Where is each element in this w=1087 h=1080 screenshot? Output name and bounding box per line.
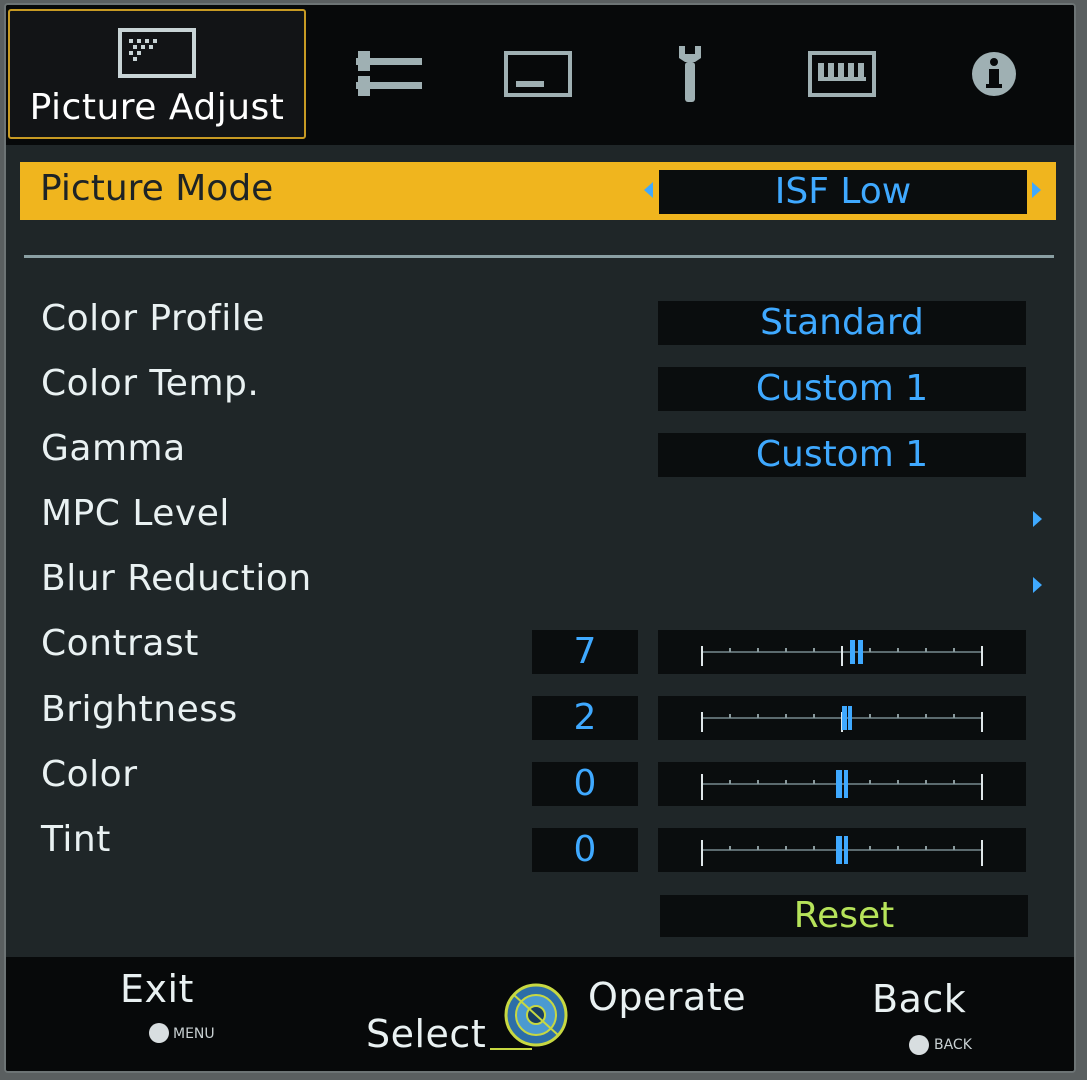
picture-icon [118, 28, 196, 78]
tint-value: 0 [532, 828, 638, 872]
back-button-icon [909, 1035, 929, 1055]
back-label[interactable]: Back [872, 977, 966, 1021]
color-temp-value[interactable]: Custom 1 [658, 367, 1026, 411]
blur-reduction-label[interactable]: Blur Reduction [41, 558, 312, 599]
tab-label: Picture Adjust [29, 87, 285, 128]
tint-label: Tint [41, 819, 111, 860]
brightness-value: 2 [532, 696, 638, 740]
picture-mode-row[interactable]: Picture Mode ISF Low [20, 162, 1056, 220]
gamma-value[interactable]: Custom 1 [658, 433, 1026, 477]
contrast-value: 7 [532, 630, 638, 674]
tab-display[interactable] [490, 9, 585, 139]
keyboard-icon [807, 51, 876, 97]
tab-keyboard[interactable] [794, 9, 889, 139]
info-icon [971, 52, 1016, 96]
exit-label[interactable]: Exit [120, 967, 194, 1011]
mpc-level-label[interactable]: MPC Level [41, 493, 230, 534]
divider [24, 255, 1054, 258]
dpad-icon [490, 983, 568, 1050]
color-label: Color [41, 754, 138, 795]
mpc-level-arrow[interactable] [1033, 511, 1042, 527]
color-temp-label: Color Temp. [41, 363, 260, 404]
picture-mode-prev-arrow[interactable] [644, 182, 653, 198]
color-slider[interactable] [658, 762, 1026, 806]
gamma-label: Gamma [41, 428, 186, 469]
back-key-label: BACK [934, 1037, 972, 1053]
tab-settings[interactable] [341, 9, 436, 139]
menu-window: Picture Adjust Picture Mode ISF Low Colo… [4, 3, 1076, 1073]
picture-mode-label: Picture Mode [40, 168, 274, 209]
color-profile-label: Color Profile [41, 298, 265, 339]
tint-slider[interactable] [658, 828, 1026, 872]
settings-panel: Picture Mode ISF Low Color Profile Stand… [6, 145, 1074, 957]
tab-wrench[interactable] [642, 9, 737, 139]
brightness-label: Brightness [41, 689, 238, 730]
footer-bar: Exit MENU Select Operate Back BACK [6, 957, 1074, 1071]
color-profile-value[interactable]: Standard [658, 301, 1026, 345]
settings-sliders-icon [355, 51, 422, 96]
menu-button-icon [149, 1023, 169, 1043]
blur-reduction-arrow[interactable] [1033, 577, 1042, 593]
tab-bar: Picture Adjust [6, 5, 1074, 145]
reset-button[interactable]: Reset [660, 895, 1028, 937]
operate-label: Operate [588, 975, 747, 1019]
contrast-label: Contrast [41, 623, 199, 664]
color-value: 0 [532, 762, 638, 806]
brightness-slider[interactable] [658, 696, 1026, 740]
picture-mode-next-arrow[interactable] [1032, 182, 1041, 198]
display-icon [503, 51, 572, 97]
contrast-slider[interactable] [658, 630, 1026, 674]
select-label: Select [366, 1012, 487, 1056]
tab-picture-adjust[interactable]: Picture Adjust [8, 9, 306, 139]
wrench-icon [678, 46, 701, 102]
picture-mode-value: ISF Low [659, 170, 1027, 214]
menu-key-label: MENU [173, 1026, 215, 1042]
tab-info[interactable] [946, 9, 1041, 139]
